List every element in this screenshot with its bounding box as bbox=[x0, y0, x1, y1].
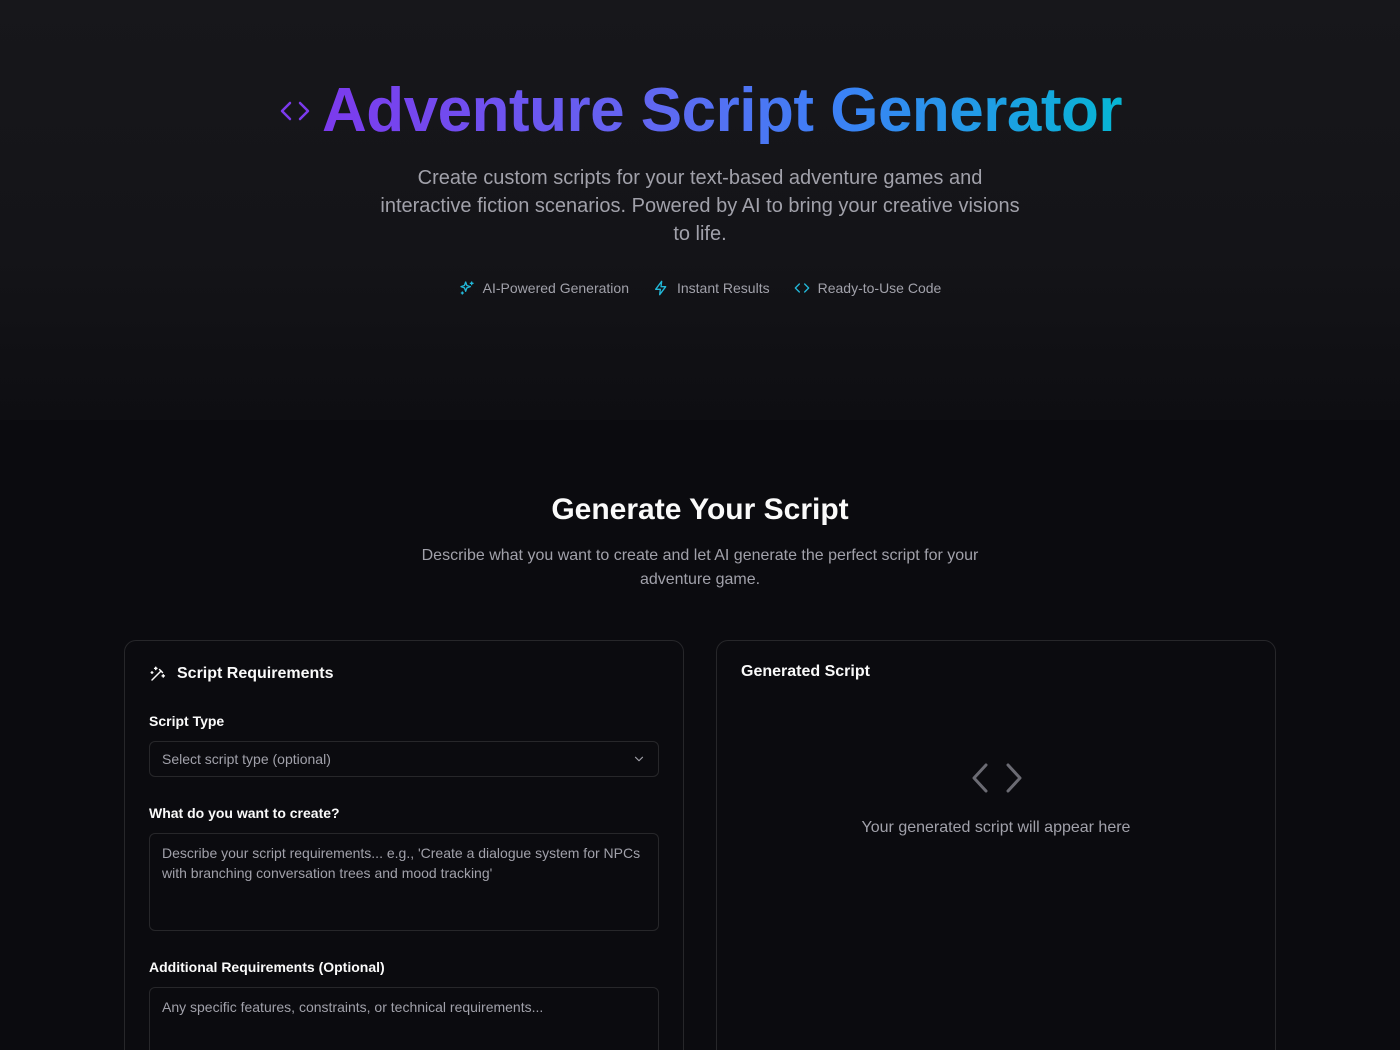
script-type-select[interactable]: Select script type (optional) bbox=[149, 741, 659, 777]
sparkles-icon bbox=[460, 281, 474, 295]
section-title: Generate Your Script bbox=[551, 493, 849, 526]
output-title: Generated Script bbox=[741, 663, 870, 680]
hero-subtitle: Create custom scripts for your text-base… bbox=[380, 167, 1020, 245]
create-description-input[interactable] bbox=[149, 833, 659, 931]
code-icon bbox=[794, 283, 809, 293]
feature-label: Instant Results bbox=[676, 280, 770, 296]
hero-title-row: Adventure Script Generator bbox=[0, 78, 1400, 144]
page-title: Adventure Script Generator bbox=[321, 76, 1123, 145]
hero-section: Adventure Script Generator Create custom… bbox=[0, 0, 1400, 420]
requirements-header: Script Requirements bbox=[149, 665, 333, 683]
code-icon bbox=[280, 101, 310, 121]
code-icon bbox=[972, 763, 1022, 793]
output-card: Generated Script Your generated script w… bbox=[716, 640, 1276, 1050]
feature-item: Ready-to-Use Code bbox=[794, 280, 942, 296]
chevron-down-icon bbox=[634, 756, 644, 762]
magic-wand-icon bbox=[150, 666, 166, 681]
output-empty-text: Your generated script will appear here bbox=[861, 819, 1131, 836]
additional-label: Additional Requirements (Optional) bbox=[149, 959, 385, 975]
requirements-title: Script Requirements bbox=[177, 665, 334, 682]
script-type-label: Script Type bbox=[149, 713, 225, 729]
script-type-value: Select script type (optional) bbox=[162, 751, 331, 767]
create-label: What do you want to create? bbox=[149, 805, 340, 821]
feature-item: AI-Powered Generation bbox=[459, 280, 629, 296]
requirements-card: Script Requirements Script Type Select s… bbox=[124, 640, 684, 1050]
lightning-icon bbox=[654, 280, 667, 296]
feature-item: Instant Results bbox=[653, 280, 770, 296]
section-subtitle: Describe what you want to create and let… bbox=[421, 547, 979, 588]
feature-label: Ready-to-Use Code bbox=[817, 280, 942, 296]
feature-list: AI-Powered Generation Instant Results Re… bbox=[0, 280, 1400, 296]
additional-requirements-input[interactable] bbox=[149, 987, 659, 1050]
feature-label: AI-Powered Generation bbox=[482, 280, 629, 296]
